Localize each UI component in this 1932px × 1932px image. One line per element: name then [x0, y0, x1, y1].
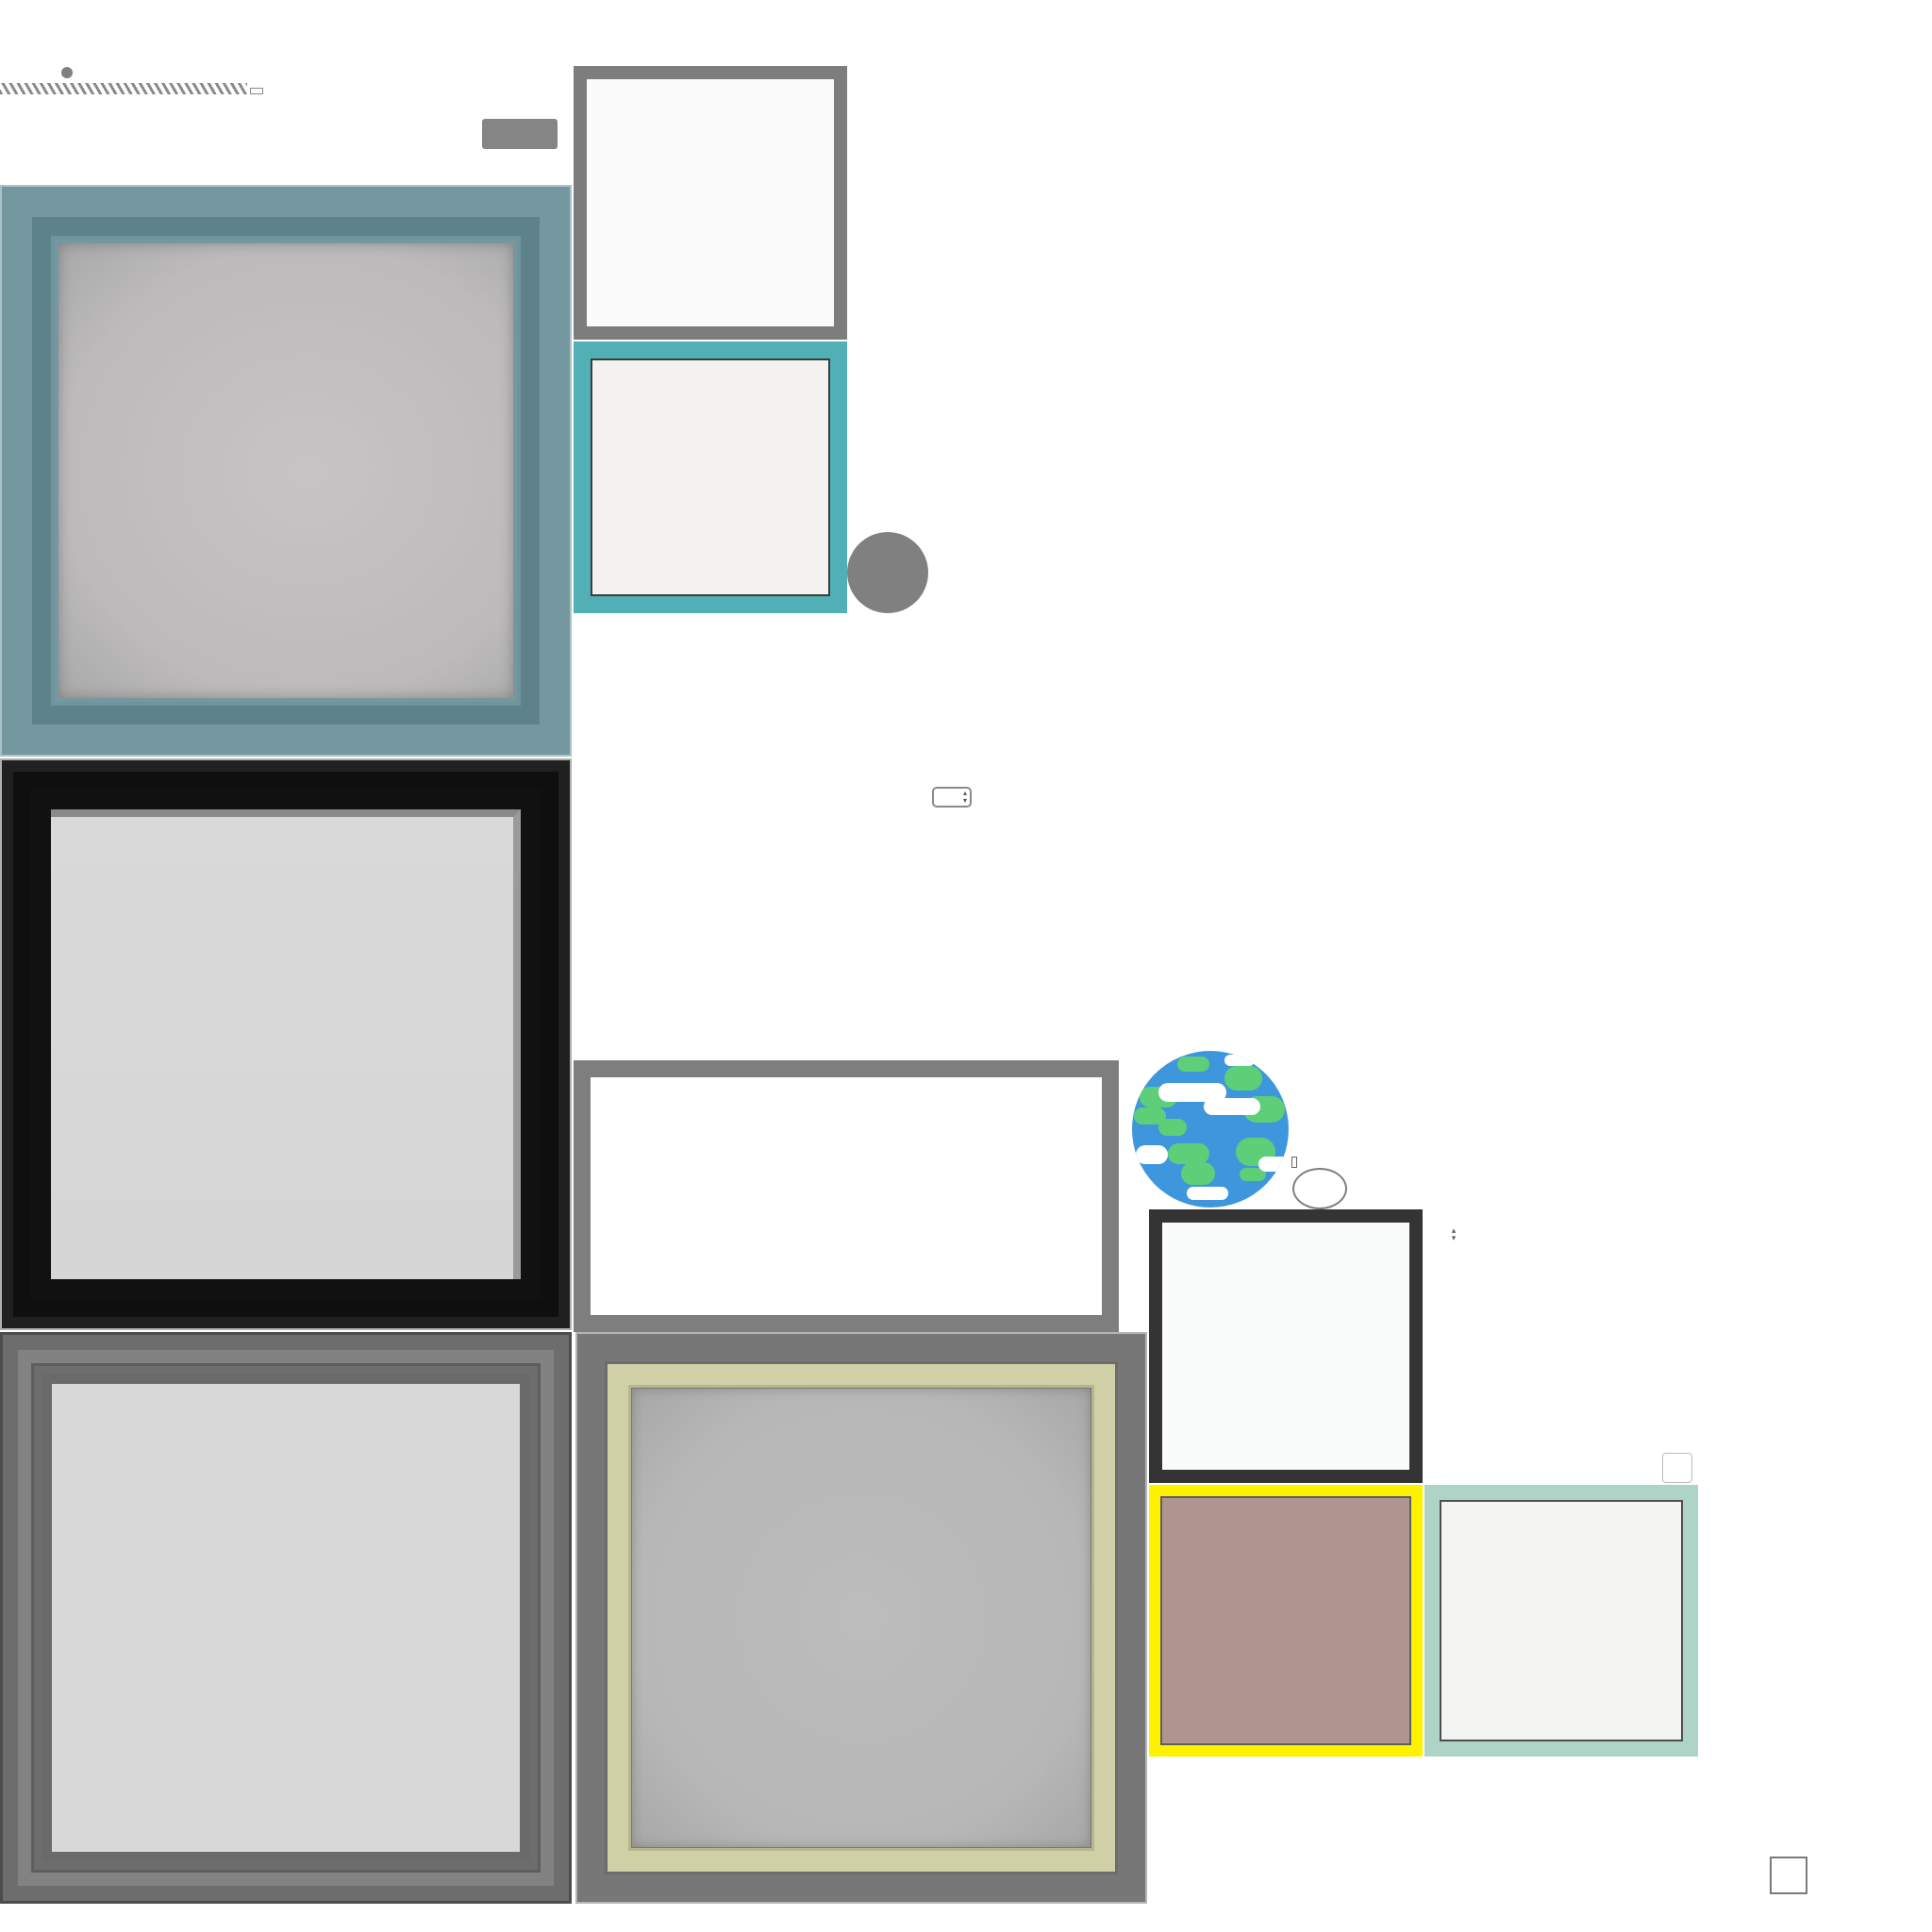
frame-black-canvas [51, 809, 521, 1279]
globe-icon[interactable] [1130, 1049, 1291, 1209]
small-marker [1291, 1157, 1297, 1168]
checkbox[interactable] [1662, 1453, 1692, 1483]
panel-wide[interactable] [574, 1060, 1119, 1332]
panel-grey-top[interactable] [574, 66, 847, 340]
sort-icon[interactable]: ▴ ▾ [1449, 1226, 1458, 1243]
slider-track[interactable] [0, 83, 247, 94]
panel-yellow[interactable] [1149, 1485, 1423, 1757]
sort-down-icon: ▾ [1451, 1233, 1457, 1242]
circle-button[interactable] [847, 532, 928, 613]
mini-stepper[interactable]: ▴ ▾ [932, 787, 972, 808]
panel-teal[interactable] [574, 341, 847, 613]
square-button[interactable] [1770, 1857, 1807, 1894]
frame-olive[interactable] [575, 1332, 1147, 1904]
grey-button[interactable] [482, 119, 558, 149]
oval-button[interactable] [1292, 1168, 1347, 1209]
frame-grey-canvas [52, 1384, 520, 1852]
frame-black[interactable] [0, 758, 572, 1330]
frame-blue-canvas [58, 243, 513, 698]
frame-olive-canvas [632, 1389, 1091, 1847]
frame-grey[interactable] [0, 1332, 572, 1904]
panel-mint[interactable] [1424, 1485, 1698, 1757]
slider-end-handle[interactable] [250, 88, 263, 94]
panel-dark[interactable] [1149, 1209, 1423, 1483]
slider-thumb[interactable] [60, 67, 73, 78]
stepper-down-icon[interactable]: ▾ [963, 797, 967, 805]
frame-blue[interactable] [0, 185, 572, 757]
